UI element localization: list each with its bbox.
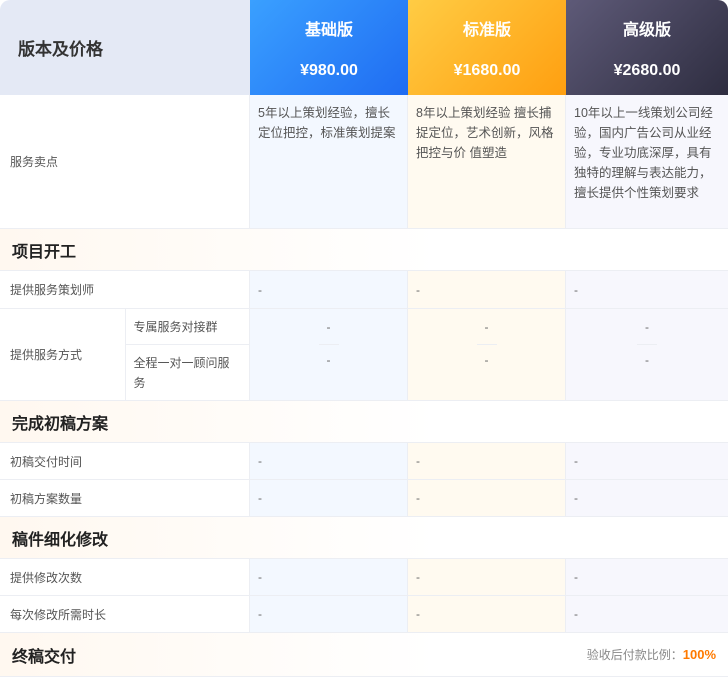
cell-advanced: -	[566, 559, 728, 595]
payment-ratio-value: 100%	[682, 647, 716, 662]
cell-basic: 5年以上策划经验，擅长定位把控，标准策划提案	[250, 95, 408, 228]
version-price-label: 版本及价格	[0, 0, 250, 95]
section-title: 终稿交付	[12, 648, 77, 666]
table-row: 提供服务策划师 - - -	[0, 271, 728, 309]
row-label: 初稿方案数量	[0, 480, 250, 516]
cell-value: -	[476, 309, 497, 345]
row-label: 提供服务策划师	[0, 271, 250, 308]
cell-standard: 8年以上策划经验 擅长捕捉定位，艺术创新，风格把控与价 值塑造	[408, 95, 566, 228]
row-label: 初稿交付时间	[0, 443, 250, 479]
row-label: 提供服务方式	[0, 309, 126, 400]
service-method-label-group: 提供服务方式 专属服务对接群 全程一对一顾问服务	[0, 309, 250, 400]
cell-standard: -	[408, 443, 566, 479]
row-label: 每次修改所需时长	[0, 596, 250, 632]
plan-name: 标准版	[462, 21, 511, 39]
pricing-table: 版本及价格 基础版 ¥980.00 标准版 ¥1680.00 高级版 ¥2680…	[0, 0, 728, 679]
section-header: 稿件细化修改	[0, 517, 728, 559]
plan-name: 高级版	[622, 21, 671, 39]
plan-advanced[interactable]: 高级版 ¥2680.00	[566, 0, 728, 95]
cell-basic: - -	[250, 309, 408, 400]
cell-standard: -	[408, 480, 566, 516]
plan-name: 基础版	[304, 21, 353, 39]
table-row: 每次修改所需时长 - - -	[0, 596, 728, 633]
plan-basic[interactable]: 基础版 ¥980.00	[250, 0, 408, 95]
section-title: 完成初稿方案	[12, 415, 109, 433]
cell-advanced: - -	[566, 309, 728, 400]
sub-row-label: 全程一对一顾问服务	[133, 355, 230, 390]
cell-value: -	[637, 309, 657, 345]
plan-price: ¥980.00	[300, 61, 358, 79]
cell-basic: -	[250, 559, 408, 595]
section-title: 稿件细化修改	[12, 531, 109, 549]
cell-basic: -	[250, 596, 408, 632]
table-row: 初稿方案数量 - - -	[0, 480, 728, 517]
pricing-header: 版本及价格 基础版 ¥980.00 标准版 ¥1680.00 高级版 ¥2680…	[0, 0, 728, 95]
cell-value: -	[326, 353, 331, 367]
plan-price: ¥2680.00	[613, 61, 681, 79]
section-header: 完成初稿方案	[0, 401, 728, 443]
section-header: 项目开工	[0, 229, 728, 271]
cell-advanced: -	[566, 271, 728, 308]
cell-value: -	[484, 353, 489, 367]
sub-row-label: 专属服务对接群	[125, 309, 249, 345]
selling-points-row: 服务卖点 5年以上策划经验，擅长定位把控，标准策划提案 8年以上策划经验 擅长捕…	[0, 95, 728, 229]
service-method-row: 提供服务方式 专属服务对接群 全程一对一顾问服务 - - - - - -	[0, 309, 728, 401]
cell-advanced: 10年以上一线策划公司经验，国内广告公司从业经验，专业功底深厚，具有独特的理解与…	[566, 95, 728, 228]
table-row: 提供修改次数 - - -	[0, 559, 728, 596]
plan-standard[interactable]: 标准版 ¥1680.00	[408, 0, 566, 95]
cell-value: -	[645, 353, 649, 367]
cell-basic: -	[250, 480, 408, 516]
payment-ratio-note: 验收后付款比例：100%	[587, 646, 716, 663]
row-label: 提供修改次数	[0, 559, 250, 595]
cell-advanced: -	[566, 480, 728, 516]
cell-basic: -	[250, 443, 408, 479]
cell-basic: -	[250, 271, 408, 308]
cell-standard: -	[408, 596, 566, 632]
plan-price: ¥1680.00	[453, 61, 521, 79]
cell-advanced: -	[566, 443, 728, 479]
cell-standard: -	[408, 271, 566, 308]
section-title: 项目开工	[12, 243, 77, 261]
section-header: 终稿交付 验收后付款比例：100%	[0, 633, 728, 677]
cell-standard: -	[408, 559, 566, 595]
cell-value: -	[318, 309, 339, 345]
row-label: 服务卖点	[0, 95, 250, 228]
cell-standard: - -	[408, 309, 566, 400]
payment-ratio-label: 验收后付款比例：	[586, 648, 683, 662]
table-row: 初稿交付时间 - - -	[0, 443, 728, 480]
cell-advanced: -	[566, 596, 728, 632]
